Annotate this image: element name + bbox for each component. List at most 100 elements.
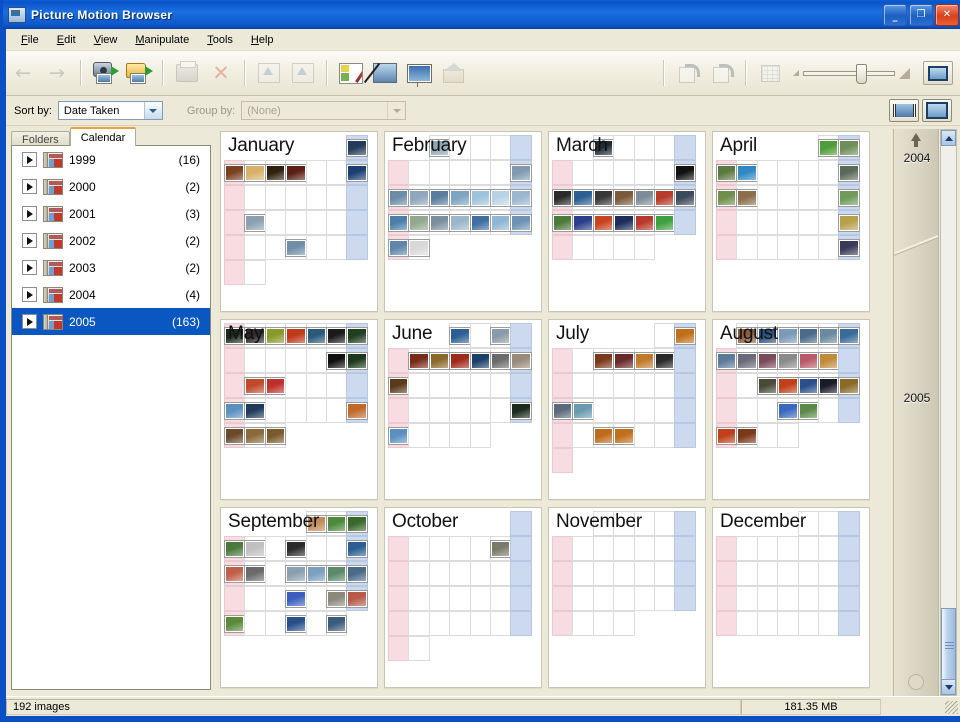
photo-thumbnail[interactable] [346, 326, 368, 345]
day-cell-10[interactable] [244, 185, 266, 210]
day-cell-13[interactable] [305, 185, 327, 210]
photo-thumbnail[interactable] [817, 376, 840, 395]
day-cell-16[interactable] [388, 586, 410, 611]
day-cell-11[interactable] [510, 348, 532, 373]
photo-thumbnail[interactable] [653, 351, 676, 370]
day-cell-28[interactable] [572, 611, 594, 636]
day-cell-16[interactable] [613, 561, 635, 586]
day-cell-27[interactable] [264, 611, 287, 636]
month-card-december[interactable]: December [712, 507, 870, 688]
photo-thumbnail[interactable] [449, 213, 471, 232]
day-cell-16[interactable] [838, 185, 860, 210]
day-cell-21[interactable] [777, 586, 799, 611]
day-cell-8[interactable] [449, 348, 471, 373]
photo-thumbnail[interactable] [777, 351, 799, 370]
photo-thumbnail[interactable] [838, 138, 860, 157]
month-card-july[interactable]: July [548, 319, 706, 500]
photo-thumbnail[interactable] [408, 188, 430, 207]
day-cell-9[interactable] [613, 536, 635, 561]
day-cell-5[interactable] [449, 536, 471, 561]
day-cell-28[interactable] [715, 423, 738, 448]
photo-thumbnail[interactable] [408, 238, 430, 257]
photo-thumbnail[interactable] [633, 351, 655, 370]
photo-thumbnail[interactable] [387, 188, 410, 207]
photo-thumbnail[interactable] [736, 188, 758, 207]
forward-button[interactable]: → [40, 57, 74, 89]
day-cell-27[interactable] [613, 423, 635, 448]
day-cell-16[interactable] [756, 373, 779, 398]
day-cell-18[interactable] [264, 210, 287, 235]
scrollbar-thumb[interactable] [941, 608, 956, 684]
day-cell-8[interactable] [592, 160, 615, 185]
share-button[interactable] [286, 57, 320, 89]
day-cell-10[interactable] [838, 536, 860, 561]
day-cell-20[interactable] [838, 373, 860, 398]
day-cell-17[interactable] [777, 373, 799, 398]
photo-thumbnail[interactable] [489, 213, 512, 232]
slideshow-button[interactable] [402, 57, 436, 89]
scrollbar-down-button[interactable] [941, 679, 956, 695]
day-cell-7[interactable] [572, 536, 594, 561]
day-cell-21[interactable] [716, 398, 738, 423]
photo-thumbnail[interactable] [223, 401, 246, 420]
photo-thumbnail[interactable] [264, 426, 287, 445]
day-cell-16[interactable] [449, 185, 471, 210]
day-cell-27[interactable] [756, 611, 779, 636]
day-cell-29[interactable] [510, 611, 532, 636]
day-cell-22[interactable] [223, 398, 246, 423]
day-cell-3[interactable] [552, 348, 574, 373]
day-cell-11[interactable] [736, 185, 758, 210]
month-card-march[interactable]: March [548, 131, 706, 312]
day-cell-8[interactable] [797, 536, 819, 561]
retouch-button[interactable] [368, 57, 402, 89]
day-cell-3[interactable] [346, 511, 368, 536]
day-cell-10[interactable] [633, 536, 655, 561]
day-cell-23[interactable] [469, 398, 491, 423]
day-cell-30[interactable] [756, 423, 779, 448]
day-cell-29[interactable] [592, 611, 615, 636]
photo-thumbnail[interactable] [408, 213, 430, 232]
day-cell-12[interactable] [244, 561, 266, 586]
day-cell-28[interactable] [408, 235, 430, 260]
day-cell-2[interactable] [325, 511, 348, 536]
photo-thumbnail[interactable] [325, 351, 348, 370]
day-cell-9[interactable] [674, 348, 696, 373]
photo-thumbnail[interactable] [325, 514, 348, 533]
day-cell-11[interactable] [428, 561, 451, 586]
day-cell-11[interactable] [489, 160, 512, 185]
day-cell-4[interactable] [285, 323, 307, 348]
day-cell-23[interactable] [388, 611, 410, 636]
day-cell-26[interactable] [510, 210, 532, 235]
calendar-vertical-scrollbar[interactable] [940, 129, 957, 696]
photo-thumbnail[interactable] [305, 326, 327, 345]
menu-help[interactable]: Help [242, 31, 283, 49]
menu-file[interactable]: File [12, 31, 48, 49]
day-cell-3[interactable] [489, 323, 512, 348]
day-cell-11[interactable] [285, 348, 307, 373]
day-cell-8[interactable] [736, 348, 758, 373]
photo-thumbnail[interactable] [244, 163, 266, 182]
expander-icon[interactable] [22, 206, 37, 221]
day-cell-3[interactable] [469, 135, 491, 160]
day-cell-14[interactable] [325, 185, 348, 210]
day-cell-15[interactable] [592, 561, 615, 586]
day-cell-15[interactable] [817, 185, 840, 210]
month-card-february[interactable]: February [384, 131, 542, 312]
photo-thumbnail[interactable] [838, 238, 860, 257]
photo-thumbnail[interactable] [449, 351, 471, 370]
day-cell-19[interactable] [305, 373, 327, 398]
photo-thumbnail[interactable] [674, 326, 696, 345]
day-cell-30[interactable] [674, 423, 696, 448]
photo-thumbnail[interactable] [244, 539, 266, 558]
day-cell-28[interactable] [797, 235, 819, 260]
expander-icon[interactable] [22, 179, 37, 194]
year-strip-label-2004[interactable]: 2004 [894, 151, 938, 165]
day-cell-6[interactable] [264, 536, 287, 561]
menu-tools[interactable]: Tools [198, 31, 242, 49]
day-cell-24[interactable] [346, 586, 368, 611]
photo-thumbnail[interactable] [613, 351, 635, 370]
photo-thumbnail[interactable] [346, 138, 368, 157]
day-cell-5[interactable] [674, 135, 696, 160]
day-cell-27[interactable] [552, 611, 574, 636]
photo-thumbnail[interactable] [489, 351, 512, 370]
